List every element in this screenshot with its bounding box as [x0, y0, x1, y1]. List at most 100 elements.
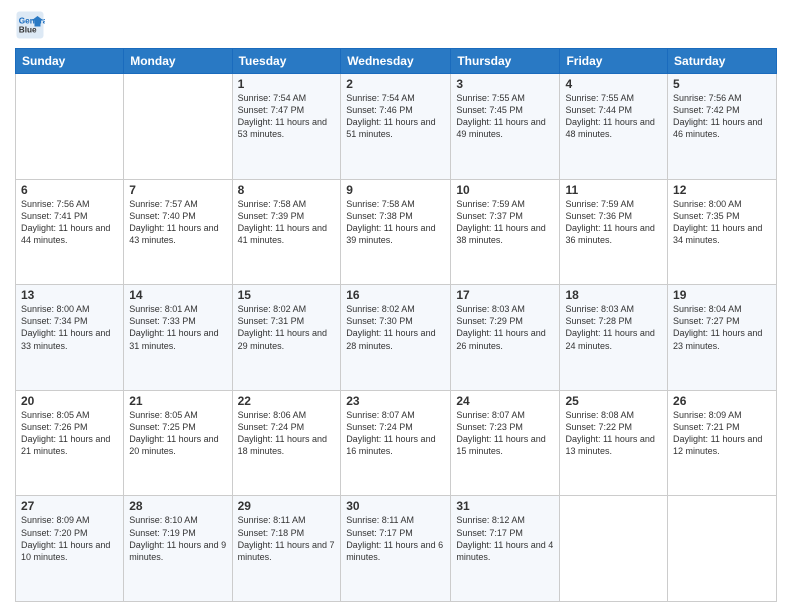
day-info: Sunrise: 8:03 AM Sunset: 7:28 PM Dayligh…	[565, 303, 662, 352]
calendar-cell: 6Sunrise: 7:56 AM Sunset: 7:41 PM Daylig…	[16, 179, 124, 285]
day-info: Sunrise: 7:58 AM Sunset: 7:39 PM Dayligh…	[238, 198, 336, 247]
calendar-cell: 27Sunrise: 8:09 AM Sunset: 7:20 PM Dayli…	[16, 496, 124, 602]
week-row-4: 20Sunrise: 8:05 AM Sunset: 7:26 PM Dayli…	[16, 390, 777, 496]
day-info: Sunrise: 8:05 AM Sunset: 7:25 PM Dayligh…	[129, 409, 226, 458]
weekday-header-tuesday: Tuesday	[232, 49, 341, 74]
calendar-cell: 26Sunrise: 8:09 AM Sunset: 7:21 PM Dayli…	[668, 390, 777, 496]
day-number: 23	[346, 394, 445, 408]
calendar-cell	[668, 496, 777, 602]
day-number: 20	[21, 394, 118, 408]
calendar-cell: 20Sunrise: 8:05 AM Sunset: 7:26 PM Dayli…	[16, 390, 124, 496]
weekday-header-sunday: Sunday	[16, 49, 124, 74]
day-number: 6	[21, 183, 118, 197]
calendar-cell: 9Sunrise: 7:58 AM Sunset: 7:38 PM Daylig…	[341, 179, 451, 285]
day-number: 10	[456, 183, 554, 197]
day-number: 16	[346, 288, 445, 302]
day-number: 31	[456, 499, 554, 513]
calendar-cell: 25Sunrise: 8:08 AM Sunset: 7:22 PM Dayli…	[560, 390, 668, 496]
calendar-cell: 23Sunrise: 8:07 AM Sunset: 7:24 PM Dayli…	[341, 390, 451, 496]
day-info: Sunrise: 8:09 AM Sunset: 7:20 PM Dayligh…	[21, 514, 118, 563]
day-info: Sunrise: 8:02 AM Sunset: 7:31 PM Dayligh…	[238, 303, 336, 352]
day-number: 2	[346, 77, 445, 91]
calendar-cell: 3Sunrise: 7:55 AM Sunset: 7:45 PM Daylig…	[451, 74, 560, 180]
day-info: Sunrise: 7:56 AM Sunset: 7:42 PM Dayligh…	[673, 92, 771, 141]
day-info: Sunrise: 7:58 AM Sunset: 7:38 PM Dayligh…	[346, 198, 445, 247]
day-number: 5	[673, 77, 771, 91]
day-number: 1	[238, 77, 336, 91]
day-info: Sunrise: 8:04 AM Sunset: 7:27 PM Dayligh…	[673, 303, 771, 352]
day-number: 12	[673, 183, 771, 197]
calendar-cell: 13Sunrise: 8:00 AM Sunset: 7:34 PM Dayli…	[16, 285, 124, 391]
day-number: 11	[565, 183, 662, 197]
day-info: Sunrise: 7:57 AM Sunset: 7:40 PM Dayligh…	[129, 198, 226, 247]
weekday-header-wednesday: Wednesday	[341, 49, 451, 74]
week-row-2: 6Sunrise: 7:56 AM Sunset: 7:41 PM Daylig…	[16, 179, 777, 285]
calendar-cell: 15Sunrise: 8:02 AM Sunset: 7:31 PM Dayli…	[232, 285, 341, 391]
calendar-cell: 5Sunrise: 7:56 AM Sunset: 7:42 PM Daylig…	[668, 74, 777, 180]
day-number: 9	[346, 183, 445, 197]
day-number: 4	[565, 77, 662, 91]
day-number: 25	[565, 394, 662, 408]
calendar-cell	[124, 74, 232, 180]
calendar-cell: 7Sunrise: 7:57 AM Sunset: 7:40 PM Daylig…	[124, 179, 232, 285]
svg-text:Blue: Blue	[19, 26, 37, 35]
calendar-table: SundayMondayTuesdayWednesdayThursdayFrid…	[15, 48, 777, 602]
calendar-cell	[16, 74, 124, 180]
svg-text:General: General	[19, 17, 45, 26]
day-info: Sunrise: 8:05 AM Sunset: 7:26 PM Dayligh…	[21, 409, 118, 458]
day-info: Sunrise: 8:08 AM Sunset: 7:22 PM Dayligh…	[565, 409, 662, 458]
weekday-header-saturday: Saturday	[668, 49, 777, 74]
calendar-cell: 12Sunrise: 8:00 AM Sunset: 7:35 PM Dayli…	[668, 179, 777, 285]
day-number: 27	[21, 499, 118, 513]
day-info: Sunrise: 8:03 AM Sunset: 7:29 PM Dayligh…	[456, 303, 554, 352]
day-info: Sunrise: 7:59 AM Sunset: 7:36 PM Dayligh…	[565, 198, 662, 247]
day-info: Sunrise: 8:11 AM Sunset: 7:17 PM Dayligh…	[346, 514, 445, 563]
day-info: Sunrise: 8:01 AM Sunset: 7:33 PM Dayligh…	[129, 303, 226, 352]
day-info: Sunrise: 8:12 AM Sunset: 7:17 PM Dayligh…	[456, 514, 554, 563]
logo-icon: General Blue	[15, 10, 45, 40]
calendar-cell	[560, 496, 668, 602]
day-info: Sunrise: 8:02 AM Sunset: 7:30 PM Dayligh…	[346, 303, 445, 352]
calendar-cell: 4Sunrise: 7:55 AM Sunset: 7:44 PM Daylig…	[560, 74, 668, 180]
day-number: 15	[238, 288, 336, 302]
day-number: 19	[673, 288, 771, 302]
page: General Blue SundayMondayTuesdayWednesda…	[0, 0, 792, 612]
weekday-header-row: SundayMondayTuesdayWednesdayThursdayFrid…	[16, 49, 777, 74]
day-number: 21	[129, 394, 226, 408]
calendar-cell: 19Sunrise: 8:04 AM Sunset: 7:27 PM Dayli…	[668, 285, 777, 391]
logo: General Blue	[15, 10, 49, 40]
day-number: 30	[346, 499, 445, 513]
week-row-5: 27Sunrise: 8:09 AM Sunset: 7:20 PM Dayli…	[16, 496, 777, 602]
calendar-cell: 24Sunrise: 8:07 AM Sunset: 7:23 PM Dayli…	[451, 390, 560, 496]
day-number: 26	[673, 394, 771, 408]
calendar-cell: 18Sunrise: 8:03 AM Sunset: 7:28 PM Dayli…	[560, 285, 668, 391]
day-info: Sunrise: 7:55 AM Sunset: 7:45 PM Dayligh…	[456, 92, 554, 141]
weekday-header-thursday: Thursday	[451, 49, 560, 74]
calendar-cell: 28Sunrise: 8:10 AM Sunset: 7:19 PM Dayli…	[124, 496, 232, 602]
calendar-cell: 10Sunrise: 7:59 AM Sunset: 7:37 PM Dayli…	[451, 179, 560, 285]
calendar-cell: 21Sunrise: 8:05 AM Sunset: 7:25 PM Dayli…	[124, 390, 232, 496]
week-row-3: 13Sunrise: 8:00 AM Sunset: 7:34 PM Dayli…	[16, 285, 777, 391]
calendar-cell: 14Sunrise: 8:01 AM Sunset: 7:33 PM Dayli…	[124, 285, 232, 391]
day-info: Sunrise: 7:59 AM Sunset: 7:37 PM Dayligh…	[456, 198, 554, 247]
day-info: Sunrise: 7:54 AM Sunset: 7:47 PM Dayligh…	[238, 92, 336, 141]
weekday-header-friday: Friday	[560, 49, 668, 74]
day-number: 7	[129, 183, 226, 197]
day-number: 14	[129, 288, 226, 302]
day-info: Sunrise: 7:55 AM Sunset: 7:44 PM Dayligh…	[565, 92, 662, 141]
calendar-cell: 8Sunrise: 7:58 AM Sunset: 7:39 PM Daylig…	[232, 179, 341, 285]
calendar-cell: 31Sunrise: 8:12 AM Sunset: 7:17 PM Dayli…	[451, 496, 560, 602]
day-number: 18	[565, 288, 662, 302]
weekday-header-monday: Monday	[124, 49, 232, 74]
day-number: 17	[456, 288, 554, 302]
calendar-cell: 16Sunrise: 8:02 AM Sunset: 7:30 PM Dayli…	[341, 285, 451, 391]
day-info: Sunrise: 8:11 AM Sunset: 7:18 PM Dayligh…	[238, 514, 336, 563]
calendar-cell: 30Sunrise: 8:11 AM Sunset: 7:17 PM Dayli…	[341, 496, 451, 602]
day-info: Sunrise: 7:56 AM Sunset: 7:41 PM Dayligh…	[21, 198, 118, 247]
day-info: Sunrise: 8:00 AM Sunset: 7:34 PM Dayligh…	[21, 303, 118, 352]
week-row-1: 1Sunrise: 7:54 AM Sunset: 7:47 PM Daylig…	[16, 74, 777, 180]
calendar-cell: 22Sunrise: 8:06 AM Sunset: 7:24 PM Dayli…	[232, 390, 341, 496]
day-info: Sunrise: 7:54 AM Sunset: 7:46 PM Dayligh…	[346, 92, 445, 141]
header: General Blue	[15, 10, 777, 40]
day-number: 3	[456, 77, 554, 91]
